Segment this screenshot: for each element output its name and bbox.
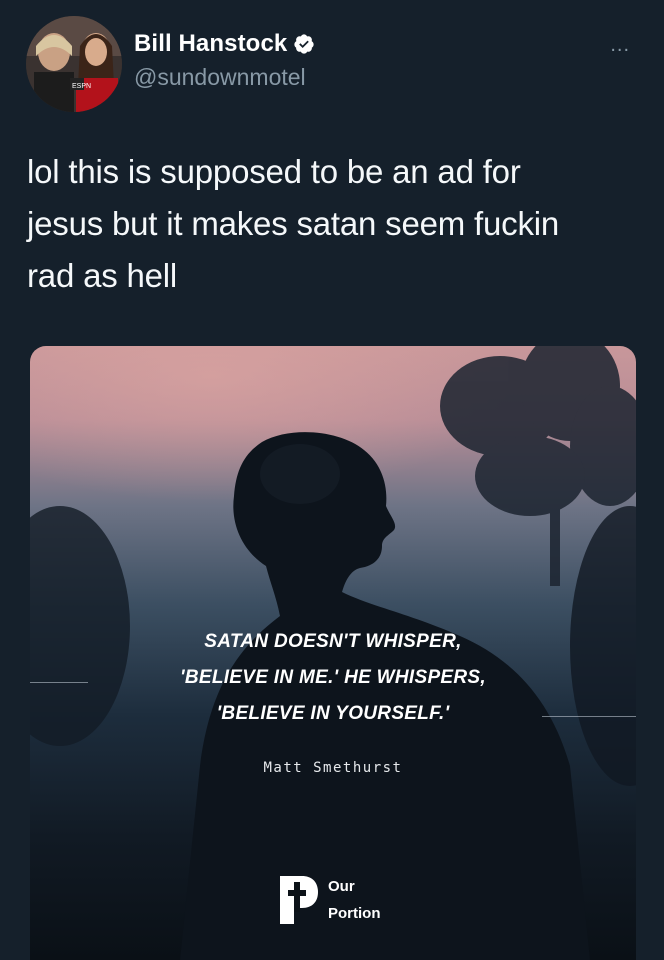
tweet-text-line: jesus but it makes satan seem fuckin [27, 205, 560, 242]
display-name[interactable]: Bill Hanstock [134, 30, 287, 58]
brand-line: Portion [328, 905, 381, 922]
quote-line: 'BELIEVE IN YOURSELF.' [216, 703, 450, 724]
svg-text:ESPN: ESPN [72, 83, 91, 90]
avatar[interactable]: ESPN [26, 16, 122, 112]
brand-line: Our [328, 878, 355, 895]
our-portion-logo-icon [280, 876, 318, 924]
tweet-text-line: lol this is supposed to be an ad for [27, 153, 521, 190]
quote-line: 'BELIEVE IN ME.' HE WHISPERS, [180, 667, 486, 688]
more-options-icon[interactable]: ... [610, 35, 630, 55]
quote-line: SATAN DOESN'T WHISPER, [204, 631, 462, 652]
tweet-author[interactable]: Bill Hanstock @sundownmotel [134, 30, 315, 91]
tweet-media[interactable]: SATAN DOESN'T WHISPER, 'BELIEVE IN ME.' … [30, 346, 636, 960]
tweet-text-line: rad as hell [27, 257, 178, 294]
tweet: ESPN Bill Hanstock @sundownmotel ... lol… [0, 0, 664, 960]
brand: Our Portion [276, 872, 381, 928]
handle[interactable]: @sundownmotel [134, 64, 315, 91]
quote-attribution: Matt Smethurst [263, 760, 403, 776]
brand-name: Our Portion [328, 873, 381, 927]
tweet-text: lol this is supposed to be an ad for jes… [27, 146, 647, 302]
media-quote: SATAN DOESN'T WHISPER, 'BELIEVE IN ME.' … [30, 624, 636, 732]
verified-badge-icon [294, 34, 314, 54]
name-row: Bill Hanstock [134, 30, 315, 58]
